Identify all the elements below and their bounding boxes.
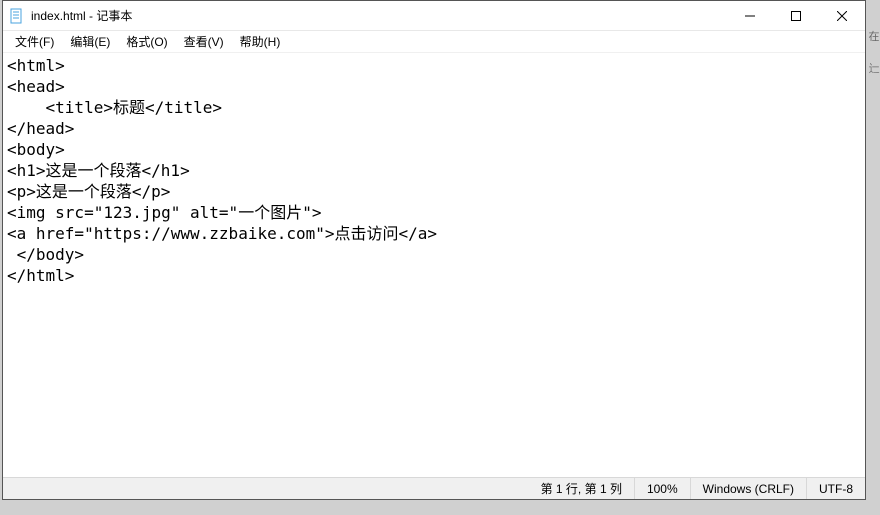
window-title: index.html - 记事本 [31,7,727,24]
background-edge: 在 辷 [868,28,880,76]
menu-format[interactable]: 格式(O) [118,31,175,52]
edge-char: 辷 [868,60,880,76]
menu-view[interactable]: 查看(V) [176,31,232,52]
edge-char: 在 [868,28,880,44]
close-button[interactable] [819,1,865,30]
maximize-button[interactable] [773,1,819,30]
menu-help[interactable]: 帮助(H) [232,31,289,52]
window-controls [727,1,865,30]
status-zoom: 100% [634,478,690,499]
menu-file[interactable]: 文件(F) [7,31,62,52]
status-position: 第 1 行, 第 1 列 [529,478,634,499]
minimize-button[interactable] [727,1,773,30]
status-encoding: UTF-8 [806,478,865,499]
statusbar: 第 1 行, 第 1 列 100% Windows (CRLF) UTF-8 [3,477,865,499]
titlebar: index.html - 记事本 [3,1,865,31]
notepad-icon [9,8,25,24]
status-eol: Windows (CRLF) [690,478,806,499]
menubar: 文件(F) 编辑(E) 格式(O) 查看(V) 帮助(H) [3,31,865,53]
menu-edit[interactable]: 编辑(E) [62,31,118,52]
text-editor[interactable]: <html> <head> <title>标题</title> </head> … [3,53,865,477]
notepad-window: index.html - 记事本 文件(F) 编辑(E) 格式(O) 查看(V)… [2,0,866,500]
